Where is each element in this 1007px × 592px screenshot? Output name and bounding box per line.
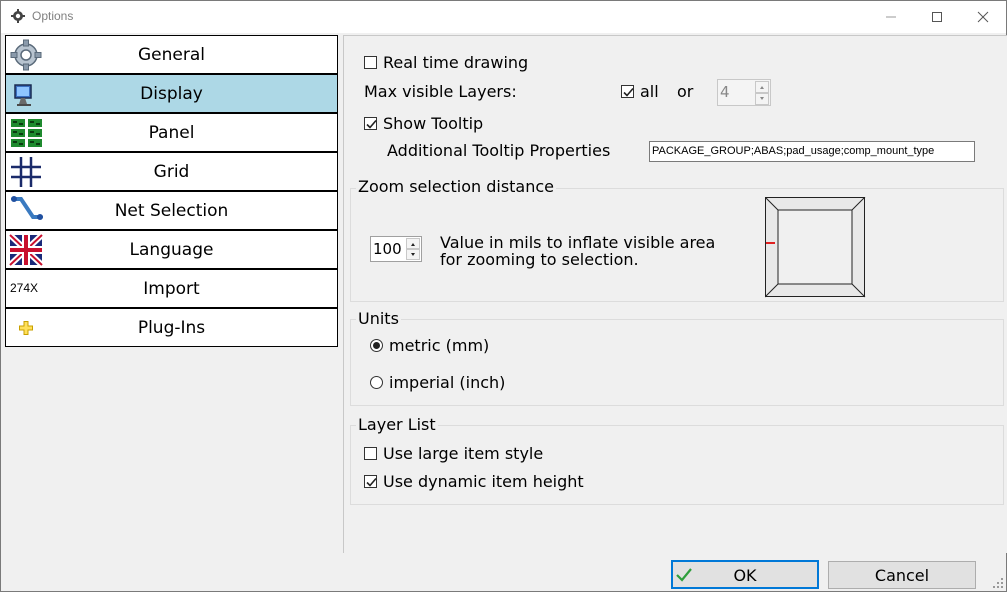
radio-dot xyxy=(373,342,380,349)
sidebar-item-net-selection[interactable]: Net Selection xyxy=(5,191,338,230)
checkmark-icon xyxy=(623,87,634,97)
arrow-up-icon xyxy=(411,243,415,246)
resize-grip-icon[interactable] xyxy=(991,576,1005,590)
zoom-selection-title: Zoom selection distance xyxy=(356,177,557,196)
arrow-down-icon xyxy=(411,253,415,256)
metric-radio[interactable] xyxy=(370,339,383,352)
close-icon xyxy=(977,11,989,23)
checkmark-icon xyxy=(366,119,377,129)
real-time-drawing-checkbox[interactable] xyxy=(364,56,377,69)
sidebar-item-label: Language xyxy=(129,240,214,260)
max-layers-spinner[interactable]: 4 xyxy=(717,79,771,106)
max-layers-value: 4 xyxy=(720,83,730,101)
all-layers-checkbox[interactable] xyxy=(621,85,634,98)
spinner-arrows xyxy=(755,81,769,105)
ok-button[interactable]: OK xyxy=(671,560,819,589)
sidebar-item-plug-ins[interactable]: Plug-Ins xyxy=(5,308,338,347)
additional-tooltip-input[interactable]: PACKAGE_GROUP;ABAS;pad_usage;comp_mount_… xyxy=(649,141,975,162)
zoom-distance-spinner[interactable]: 100 xyxy=(370,236,422,262)
minimize-button[interactable] xyxy=(868,1,914,33)
layer-list-title: Layer List xyxy=(356,415,438,434)
sidebar-item-label: General xyxy=(138,45,205,65)
zoom-description-line2: for zooming to selection. xyxy=(440,250,639,269)
sidebar-item-label: Panel xyxy=(148,123,195,143)
imperial-label: imperial (inch) xyxy=(389,373,506,392)
zoom-preview-icon xyxy=(765,197,866,298)
large-item-style-label: Use large item style xyxy=(383,444,544,463)
additional-tooltip-label: Additional Tooltip Properties xyxy=(387,141,611,160)
spinner-down-button[interactable] xyxy=(406,249,420,260)
title-bar: Options xyxy=(1,1,1006,33)
imperial-radio[interactable] xyxy=(370,376,383,389)
minimize-icon xyxy=(886,16,896,18)
app-gear-icon xyxy=(11,9,25,23)
sidebar-item-label: Net Selection xyxy=(114,201,229,221)
max-visible-layers-label: Max visible Layers: xyxy=(364,82,517,101)
sidebar-item-panel[interactable]: Panel xyxy=(5,113,338,152)
cancel-button[interactable]: Cancel xyxy=(828,561,976,589)
options-window: Options General Display Panel Grid Net S… xyxy=(0,0,1007,592)
sidebar-item-general[interactable]: General xyxy=(5,35,338,74)
dynamic-item-height-checkbox[interactable] xyxy=(364,475,377,488)
spinner-arrows xyxy=(406,238,420,260)
sidebar-item-display[interactable]: Display xyxy=(5,74,338,113)
maximize-button[interactable] xyxy=(914,1,960,33)
sidebar-item-import[interactable]: 274X Import xyxy=(5,269,338,308)
zoom-distance-value: 100 xyxy=(373,240,402,258)
dynamic-item-height-label: Use dynamic item height xyxy=(383,472,584,491)
sidebar-item-label: Plug-Ins xyxy=(137,318,206,338)
window-title: Options xyxy=(32,9,74,23)
show-tooltip-checkbox[interactable] xyxy=(364,117,377,130)
sidebar-item-language[interactable]: Language xyxy=(5,230,338,269)
large-item-style-checkbox[interactable] xyxy=(364,447,377,460)
sidebar: General Display Panel Grid Net Selection… xyxy=(5,35,338,347)
spinner-up-button[interactable] xyxy=(755,81,769,93)
sidebar-item-label: Display xyxy=(140,84,203,104)
checkmark-icon xyxy=(366,477,377,487)
maximize-icon xyxy=(932,12,942,22)
metric-label: metric (mm) xyxy=(389,336,490,355)
show-tooltip-label: Show Tooltip xyxy=(383,114,484,133)
units-title: Units xyxy=(356,309,401,328)
arrow-down-icon xyxy=(760,97,764,100)
layer-list-group xyxy=(350,425,1004,505)
ok-label: OK xyxy=(733,566,757,585)
all-layers-label: all xyxy=(640,82,659,101)
display-settings-panel: Real time drawing Max visible Layers: al… xyxy=(343,35,1007,553)
sidebar-item-label: Import xyxy=(143,279,200,299)
real-time-drawing-label: Real time drawing xyxy=(383,53,529,72)
spinner-up-button[interactable] xyxy=(406,238,420,249)
close-button[interactable] xyxy=(960,1,1006,33)
sidebar-item-grid[interactable]: Grid xyxy=(5,152,338,191)
units-group xyxy=(350,319,1004,406)
spinner-down-button[interactable] xyxy=(755,93,769,105)
sidebar-item-label: Grid xyxy=(153,162,190,182)
cancel-label: Cancel xyxy=(874,566,930,585)
arrow-up-icon xyxy=(760,86,764,89)
or-label: or xyxy=(677,82,694,101)
